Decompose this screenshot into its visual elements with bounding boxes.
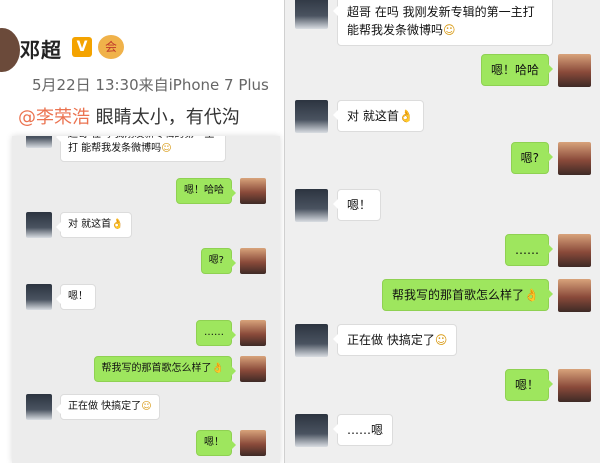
avatar bbox=[295, 324, 328, 357]
avatar bbox=[26, 394, 52, 420]
avatar bbox=[240, 356, 266, 382]
chat-message: 嗯！ bbox=[26, 284, 96, 310]
message-bubble: 嗯！ bbox=[504, 369, 553, 401]
avatar bbox=[240, 178, 266, 204]
message-bubble: ……嗯 bbox=[333, 414, 394, 446]
chat-screenshot-large: 超哥 在吗 我刚发新专辑的第一主打 能帮我发条微博吗☺ 嗯！哈哈 对 就这首👌 … bbox=[284, 0, 600, 463]
smile-emoji-icon: ☺ bbox=[161, 143, 172, 154]
verified-v-icon: V bbox=[72, 37, 92, 57]
message-bubble: 超哥 在吗 我刚发新专辑的第一主打 能帮我发条微博吗☺ bbox=[56, 136, 226, 162]
weibo-avatar[interactable] bbox=[0, 28, 20, 72]
avatar bbox=[295, 414, 328, 447]
message-bubble: 嗯！哈哈 bbox=[176, 178, 236, 204]
avatar bbox=[295, 100, 328, 133]
chat-screenshot-small: 超哥 在吗 我刚发新专辑的第一主打 能帮我发条微博吗☺ 嗯！哈哈 对 就这首👌 … bbox=[12, 136, 280, 463]
weibo-user-name[interactable]: 邓超 bbox=[20, 34, 62, 63]
avatar bbox=[558, 279, 591, 312]
message-bubble: 正在做 快搞定了☺ bbox=[56, 394, 160, 420]
chat-message: 嗯！ bbox=[295, 189, 382, 222]
avatar bbox=[558, 54, 591, 87]
smile-emoji-icon: ☺ bbox=[443, 23, 456, 37]
avatar bbox=[295, 189, 328, 222]
message-bubble: 嗯！哈哈 bbox=[480, 54, 553, 86]
avatar bbox=[26, 284, 52, 310]
avatar bbox=[558, 142, 591, 175]
message-bubble: 嗯！ bbox=[196, 430, 236, 456]
avatar bbox=[26, 212, 52, 238]
message-bubble: 帮我写的那首歌怎么样了👌 bbox=[93, 356, 236, 382]
avatar bbox=[240, 430, 266, 456]
avatar bbox=[26, 136, 52, 148]
weibo-post-body: 眼睛太小，有代沟 bbox=[90, 107, 240, 128]
weibo-post-text: @李荣浩 眼睛太小，有代沟 bbox=[18, 103, 240, 129]
message-bubble: 嗯！ bbox=[333, 189, 382, 221]
ok-hand-emoji-icon: 👌 bbox=[524, 288, 539, 302]
chat-message: 嗯！哈哈 bbox=[176, 178, 266, 204]
chat-message: 对 就这首👌 bbox=[295, 100, 424, 133]
message-bubble: 帮我写的那首歌怎么样了👌 bbox=[382, 279, 553, 311]
message-bubble: 对 就这首👌 bbox=[333, 100, 424, 132]
message-bubble: 嗯！ bbox=[56, 284, 96, 310]
chat-message: 对 就这首👌 bbox=[26, 212, 132, 238]
weibo-post-meta: 5月22日 13:30来自iPhone 7 Plus bbox=[32, 76, 269, 94]
ok-hand-emoji-icon: 👌 bbox=[398, 109, 414, 123]
chat-message: 帮我写的那首歌怎么样了👌 bbox=[93, 356, 266, 382]
smile-emoji-icon: ☺ bbox=[141, 401, 152, 412]
chat-message: 正在做 快搞定了☺ bbox=[26, 394, 160, 420]
chat-message: 嗯！ bbox=[196, 430, 266, 456]
chat-message: 帮我写的那首歌怎么样了👌 bbox=[382, 279, 591, 312]
chat-message: 超哥 在吗 我刚发新专辑的第一主打 能帮我发条微博吗☺ bbox=[295, 0, 565, 46]
chat-message: …… bbox=[505, 234, 591, 267]
message-bubble: 对 就这首👌 bbox=[56, 212, 132, 238]
message-bubble: …… bbox=[196, 320, 236, 346]
ok-hand-emoji-icon: 👌 bbox=[211, 363, 224, 374]
message-bubble: …… bbox=[505, 234, 553, 266]
chat-message: 正在做 快搞定了☺ bbox=[295, 324, 458, 357]
message-bubble: 嗯? bbox=[510, 142, 553, 174]
ok-hand-emoji-icon: 👌 bbox=[111, 219, 124, 230]
weibo-post: 邓超 V 会 5月22日 13:30来自iPhone 7 Plus @李荣浩 眼… bbox=[0, 0, 290, 463]
chat-message: 嗯！哈哈 bbox=[480, 54, 591, 87]
chat-message: 嗯！ bbox=[504, 369, 591, 402]
weibo-mention-link[interactable]: @李荣浩 bbox=[18, 107, 90, 128]
chat-message: 嗯? bbox=[200, 248, 266, 274]
chat-message: ……嗯 bbox=[295, 414, 394, 447]
chat-message: 嗯? bbox=[510, 142, 591, 175]
avatar bbox=[558, 234, 591, 267]
avatar bbox=[295, 0, 328, 29]
chat-message: …… bbox=[196, 320, 266, 346]
smile-emoji-icon: ☺ bbox=[434, 333, 448, 347]
message-bubble: 正在做 快搞定了☺ bbox=[333, 324, 458, 356]
chat-message: 超哥 在吗 我刚发新专辑的第一主打 能帮我发条微博吗☺ bbox=[26, 136, 226, 162]
avatar bbox=[558, 369, 591, 402]
message-bubble: 超哥 在吗 我刚发新专辑的第一主打 能帮我发条微博吗☺ bbox=[333, 0, 553, 46]
member-badge-icon: 会 bbox=[98, 35, 124, 59]
avatar bbox=[240, 320, 266, 346]
message-bubble: 嗯? bbox=[200, 248, 236, 274]
avatar bbox=[240, 248, 266, 274]
